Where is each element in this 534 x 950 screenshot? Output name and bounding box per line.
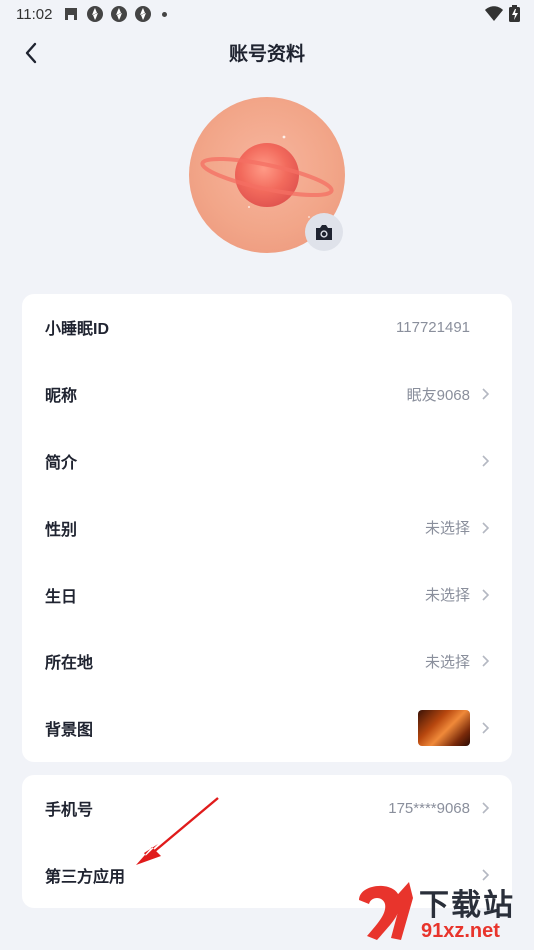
- watermark-title: 下载站: [419, 889, 515, 922]
- row-location[interactable]: 所在地 未选择: [22, 628, 512, 695]
- top-app-bar: 账号资料: [0, 28, 534, 76]
- watermark-logo: [359, 882, 413, 940]
- chevron-right-icon: [482, 655, 490, 667]
- row-label: 背景图: [45, 722, 94, 740]
- row-value: 眠友9068: [406, 386, 470, 404]
- app-icon: [111, 6, 128, 22]
- back-arrow-icon: [25, 42, 37, 64]
- row-birthday[interactable]: 生日 未选择: [22, 561, 512, 628]
- row-label: 小睡眠ID: [45, 321, 110, 339]
- chevron-right-icon: [482, 589, 490, 601]
- notification-icon: [65, 8, 78, 20]
- watermark-url: 91xz.net: [421, 920, 500, 942]
- row-value: 未选择: [424, 520, 470, 538]
- row-bio[interactable]: 简介: [22, 428, 512, 495]
- chevron-right-icon: [482, 522, 490, 534]
- row-background-image[interactable]: 背景图: [22, 695, 512, 762]
- app-icon: [135, 6, 152, 22]
- avatar-section: [189, 97, 345, 253]
- status-bar: 11:02: [0, 0, 534, 28]
- back-button[interactable]: [16, 38, 46, 68]
- chevron-right-icon: [482, 388, 490, 400]
- battery-icon: [509, 5, 520, 22]
- row-phone[interactable]: 手机号 175****9068: [22, 775, 512, 842]
- row-label: 昵称: [45, 388, 78, 406]
- row-user-id[interactable]: 小睡眠ID 117721491: [22, 294, 512, 361]
- chevron-right-icon: [482, 722, 490, 734]
- row-label: 性别: [45, 521, 78, 539]
- row-label: 手机号: [45, 802, 94, 820]
- row-value: 未选择: [424, 587, 470, 605]
- page-title: 账号资料: [228, 43, 305, 65]
- row-label: 生日: [45, 588, 78, 606]
- row-value: 117721491: [396, 318, 470, 336]
- row-nickname[interactable]: 昵称 眠友9068: [22, 361, 512, 428]
- wifi-icon: [485, 5, 503, 21]
- watermark: 下载站 91xz.net: [353, 878, 528, 946]
- row-value: 175****9068: [388, 799, 470, 817]
- chevron-right-icon: [482, 455, 490, 467]
- status-right: [485, 5, 520, 22]
- background-image-thumbnail: [418, 710, 470, 747]
- row-spacer: [480, 320, 490, 334]
- dot-icon: [162, 11, 168, 17]
- status-time: 11:02: [16, 5, 53, 23]
- app-icon: [87, 6, 104, 22]
- status-icons: [62, 5, 168, 23]
- change-avatar-button[interactable]: [305, 213, 343, 251]
- row-label: 所在地: [45, 655, 94, 673]
- row-gender[interactable]: 性别 未选择: [22, 494, 512, 561]
- camera-icon: [316, 224, 332, 240]
- row-label: 简介: [45, 454, 78, 472]
- chevron-right-icon: [482, 802, 490, 814]
- row-value: 未选择: [424, 653, 470, 671]
- profile-info-card: 小睡眠ID 117721491 昵称 眠友9068 简介 性别 未选择 生日 未…: [22, 294, 512, 762]
